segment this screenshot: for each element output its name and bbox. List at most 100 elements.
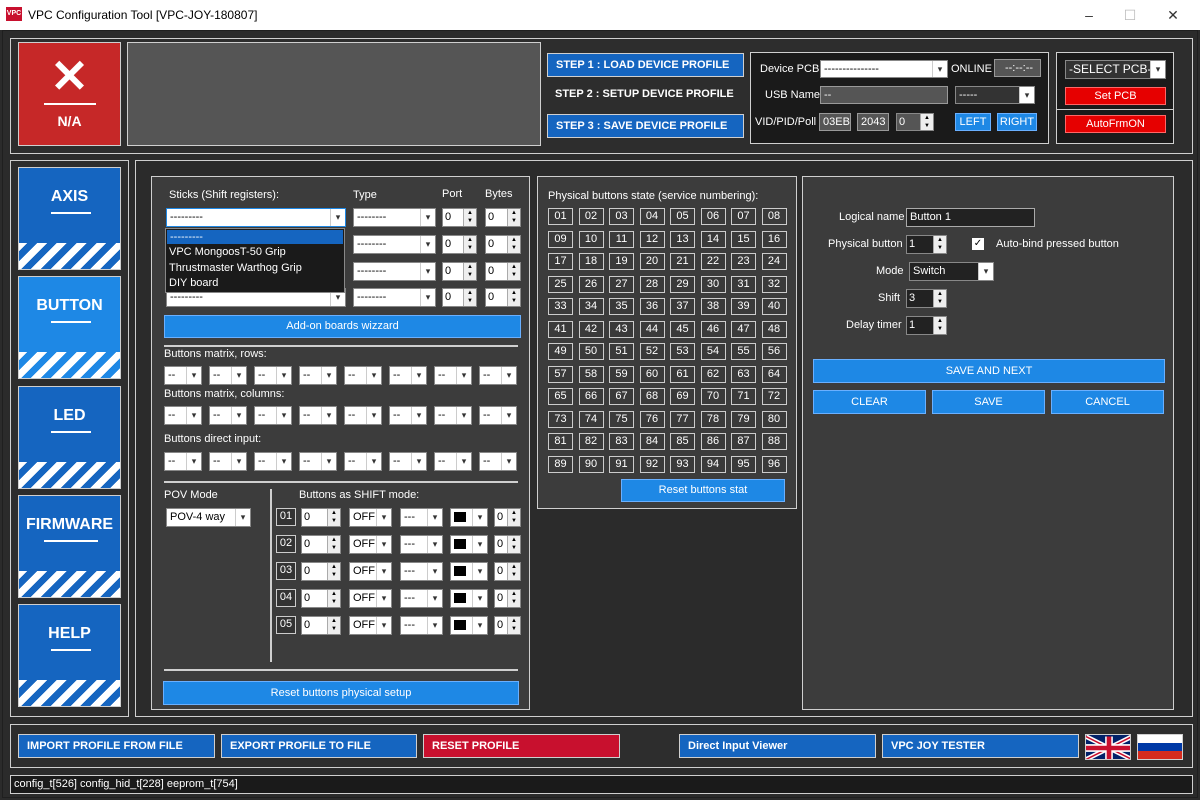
mode-select[interactable]: Switch ▾ [909,262,994,281]
shift-state-select[interactable]: OFF ▾ [349,616,392,635]
select-pcb-dropdown[interactable]: -SELECT PCB- ▾ [1065,60,1166,79]
nav-help[interactable]: HELP [18,604,121,707]
matrix-select[interactable]: -- ▾ [209,366,247,385]
stick-type-select[interactable]: -------- ▾ [353,262,436,281]
physical-button-stepper[interactable]: 1 ▲ ▼ [906,235,947,254]
port-stepper[interactable]: 0 ▲ ▼ [442,288,477,307]
direct-input-viewer-button[interactable]: Direct Input Viewer [679,734,876,758]
usb-name-field[interactable]: -- [820,86,948,104]
usb-select[interactable]: ----- ▾ [955,86,1035,104]
matrix-select[interactable]: -- ▾ [389,366,427,385]
addon-wizard-button[interactable]: Add-on boards wizzard [164,315,521,338]
dropdown-option[interactable]: VPC MongoosT-50 Grip [169,246,286,258]
maximize-button[interactable]: ☐ [1115,5,1145,25]
shift-value-stepper[interactable]: 0 ▲ ▼ [494,508,521,527]
matrix-select[interactable]: -- ▾ [299,452,337,471]
matrix-select[interactable]: -- ▾ [209,452,247,471]
shift-mode-select[interactable]: --- ▾ [400,616,443,635]
step1-load-button[interactable]: STEP 1 : LOAD DEVICE PROFILE [547,53,744,77]
shift-color-select[interactable]: ▾ [450,535,488,554]
matrix-select[interactable]: -- ▾ [209,406,247,425]
delay-timer-stepper[interactable]: 1 ▲ ▼ [906,316,947,335]
shift-state-select[interactable]: OFF ▾ [349,535,392,554]
autofrm-button[interactable]: AutoFrmON [1065,115,1166,133]
shift-button-stepper[interactable]: 0 ▲ ▼ [301,535,341,554]
matrix-select[interactable]: -- ▾ [434,406,472,425]
shift-stepper[interactable]: 3 ▲ ▼ [906,289,947,308]
vpc-joy-tester-button[interactable]: VPC JOY TESTER [882,734,1079,758]
shift-state-select[interactable]: OFF ▾ [349,508,392,527]
shift-mode-select[interactable]: --- ▾ [400,562,443,581]
save-and-next-button[interactable]: SAVE AND NEXT [813,359,1165,383]
shift-color-select[interactable]: ▾ [450,616,488,635]
russia-flag-icon[interactable] [1137,734,1183,760]
shift-mode-select[interactable]: --- ▾ [400,589,443,608]
pid-field[interactable]: 2043 [857,113,889,131]
reset-physical-setup-button[interactable]: Reset buttons physical setup [163,681,519,705]
minimize-button[interactable]: – [1074,5,1104,25]
shift-color-select[interactable]: ▾ [450,562,488,581]
matrix-select[interactable]: -- ▾ [299,366,337,385]
shift-value-stepper[interactable]: 0 ▲ ▼ [494,535,521,554]
shift-state-select[interactable]: OFF ▾ [349,589,392,608]
device-pcb-select[interactable]: --------------- ▾ [820,60,948,78]
shift-value-stepper[interactable]: 0 ▲ ▼ [494,589,521,608]
shift-button-stepper[interactable]: 0 ▲ ▼ [301,616,341,635]
dropdown-option[interactable]: Thrustmaster Warthog Grip [169,262,302,274]
matrix-select[interactable]: -- ▾ [479,452,517,471]
vid-field[interactable]: 03EB [819,113,851,131]
matrix-select[interactable]: -- ▾ [164,366,202,385]
matrix-select[interactable]: -- ▾ [254,366,292,385]
poll-stepper[interactable]: 0 ▲ ▼ [896,113,934,131]
port-stepper[interactable]: 0 ▲ ▼ [442,235,477,254]
nav-button[interactable]: BUTTON [18,276,121,379]
matrix-select[interactable]: -- ▾ [344,452,382,471]
matrix-select[interactable]: -- ▾ [434,366,472,385]
right-button[interactable]: RIGHT [997,113,1037,131]
matrix-select[interactable]: -- ▾ [434,452,472,471]
matrix-select[interactable]: -- ▾ [479,406,517,425]
bytes-stepper[interactable]: 0 ▲ ▼ [485,288,521,307]
clear-button[interactable]: CLEAR [813,390,926,414]
shift-color-select[interactable]: ▾ [450,508,488,527]
port-stepper[interactable]: 0 ▲ ▼ [442,208,477,227]
shift-button-stepper[interactable]: 0 ▲ ▼ [301,508,341,527]
nav-axis[interactable]: AXIS [18,167,121,270]
shift-value-stepper[interactable]: 0 ▲ ▼ [494,562,521,581]
save-button[interactable]: SAVE [932,390,1045,414]
shift-color-select[interactable]: ▾ [450,589,488,608]
stick-type-select[interactable]: -------- ▾ [353,235,436,254]
matrix-select[interactable]: -- ▾ [254,406,292,425]
matrix-select[interactable]: -- ▾ [299,406,337,425]
reset-profile-button[interactable]: RESET PROFILE [423,734,620,758]
uk-flag-icon[interactable] [1085,734,1131,760]
dropdown-option[interactable]: DIY board [169,277,218,289]
stick-type-select[interactable]: -------- ▾ [353,208,436,227]
export-profile-button[interactable]: EXPORT PROFILE TO FILE [221,734,417,758]
bytes-stepper[interactable]: 0 ▲ ▼ [485,262,521,281]
step3-save-button[interactable]: STEP 3 : SAVE DEVICE PROFILE [547,114,744,138]
shift-mode-select[interactable]: --- ▾ [400,535,443,554]
matrix-select[interactable]: -- ▾ [344,406,382,425]
matrix-select[interactable]: -- ▾ [389,452,427,471]
shift-state-select[interactable]: OFF ▾ [349,562,392,581]
matrix-select[interactable]: -- ▾ [254,452,292,471]
matrix-select[interactable]: -- ▾ [479,366,517,385]
shift-button-stepper[interactable]: 0 ▲ ▼ [301,589,341,608]
bytes-stepper[interactable]: 0 ▲ ▼ [485,208,521,227]
shift-button-stepper[interactable]: 0 ▲ ▼ [301,562,341,581]
autobind-checkbox[interactable]: ✓ [972,238,984,250]
nav-firmware[interactable]: FIRMWARE [18,495,121,598]
import-profile-button[interactable]: IMPORT PROFILE FROM FILE [18,734,215,758]
cancel-button[interactable]: CANCEL [1051,390,1164,414]
port-stepper[interactable]: 0 ▲ ▼ [442,262,477,281]
set-pcb-button[interactable]: Set PCB [1065,87,1166,105]
nav-led[interactable]: LED [18,386,121,489]
matrix-select[interactable]: -- ▾ [164,406,202,425]
reset-buttons-stat-button[interactable]: Reset buttons stat [621,479,785,502]
shift-mode-select[interactable]: --- ▾ [400,508,443,527]
left-button[interactable]: LEFT [955,113,991,131]
logical-name-field[interactable]: Button 1 [906,208,1035,227]
matrix-select[interactable]: -- ▾ [389,406,427,425]
matrix-select[interactable]: -- ▾ [344,366,382,385]
